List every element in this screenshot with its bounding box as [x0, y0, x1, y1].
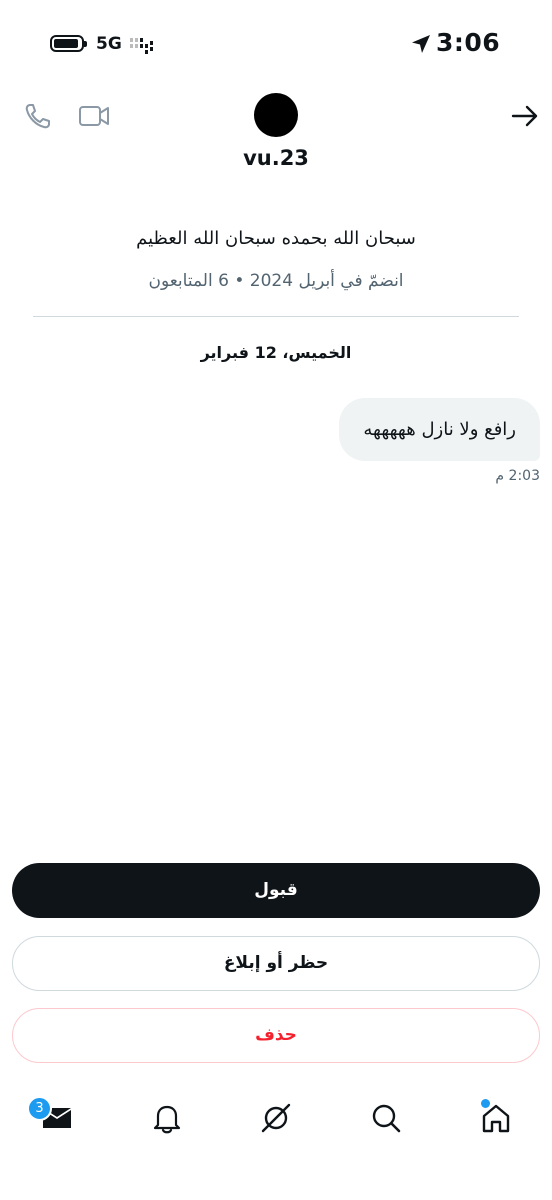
divider [33, 316, 519, 317]
block-report-button[interactable]: حظر أو إبلاغ [12, 936, 540, 991]
delete-button[interactable]: حذف [12, 1008, 540, 1063]
home-notification-dot [481, 1099, 490, 1108]
date-separator: الخميس، 12 فبراير [200, 343, 352, 362]
message-timestamp: 2:03 م [495, 468, 540, 484]
video-camera-icon[interactable] [77, 99, 111, 133]
notifications-bell-icon[interactable] [150, 1101, 184, 1135]
message-bubble[interactable]: رافع ولا نازل هههههه [339, 398, 540, 461]
username[interactable]: vu.23 [0, 146, 552, 170]
messages-badge: 3 [27, 1096, 52, 1121]
profile-bio: سبحان الله بحمده سبحان الله العظيم [136, 228, 416, 249]
grok-icon[interactable] [259, 1101, 293, 1135]
profile-meta: انضمّ في أبريل 2024 • 6 المتابعون [148, 271, 404, 291]
phone-icon[interactable] [21, 99, 55, 133]
avatar[interactable] [254, 93, 298, 137]
signal-icon [130, 38, 153, 54]
search-icon[interactable] [369, 1101, 403, 1135]
status-time: 3:06 [436, 28, 501, 57]
network-label: 5G [96, 34, 122, 54]
battery-icon [50, 35, 87, 52]
back-arrow-icon[interactable] [508, 99, 542, 133]
accept-button[interactable]: قبول [12, 863, 540, 918]
location-arrow-icon [412, 35, 430, 53]
